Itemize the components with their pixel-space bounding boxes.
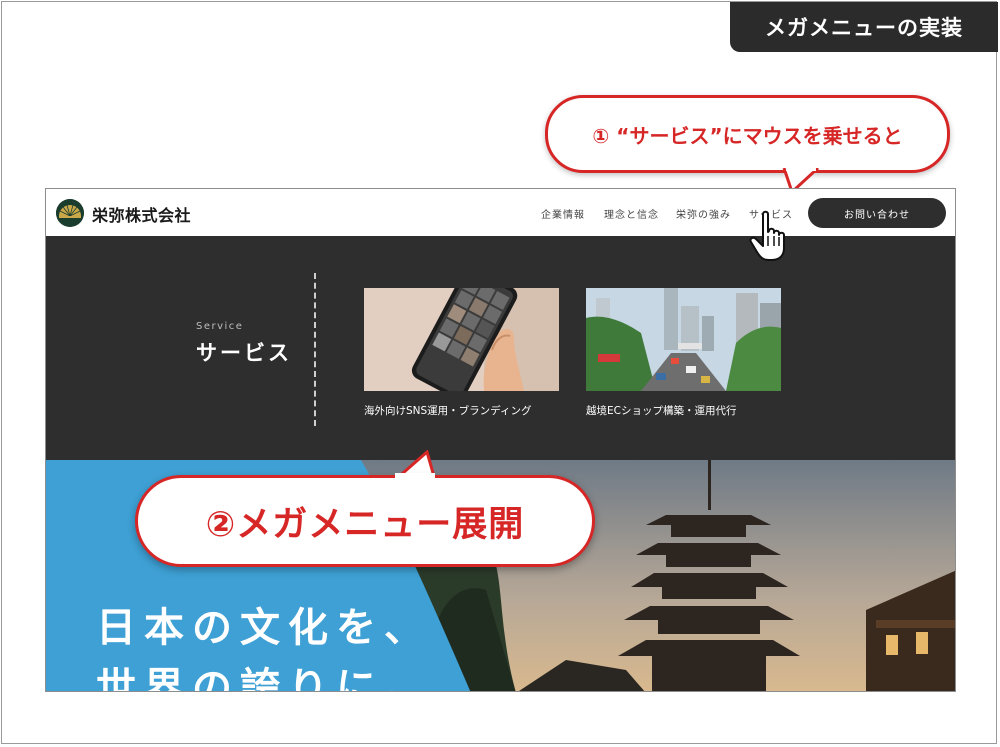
callout-step1: ① “サービス”にマウスを乗せると bbox=[545, 95, 950, 173]
mega-menu-card-sns[interactable]: 海外向けSNS運用・ブランディング bbox=[364, 288, 559, 418]
mega-menu-card-sns-title[interactable]: 海外向けSNS運用・ブランディング bbox=[364, 403, 559, 418]
website-screenshot: 栄弥株式会社 企業情報 理念と信念 栄弥の強み サービス お問い合わせ Serv… bbox=[45, 188, 956, 692]
callout-step1-text: ① “サービス”にマウスを乗せると bbox=[592, 123, 903, 148]
nav-item-company[interactable]: 企業情報 bbox=[541, 206, 585, 221]
city-street-photo[interactable] bbox=[586, 288, 781, 391]
hero-heading-line2: 世界の誇りに。 bbox=[96, 665, 432, 692]
hand-pointer-icon bbox=[749, 210, 785, 261]
site-header: 栄弥株式会社 企業情報 理念と信念 栄弥の強み サービス お問い合わせ bbox=[46, 189, 955, 236]
logo-icon[interactable] bbox=[56, 199, 84, 227]
callout-step2: ②メガメニュー展開 bbox=[135, 475, 595, 567]
mega-menu-divider bbox=[314, 273, 316, 426]
hero-heading-line1: 日本の文化を、 bbox=[96, 605, 432, 651]
smartphone-photo[interactable] bbox=[364, 288, 559, 391]
callout-step2-tail-cover bbox=[395, 473, 435, 479]
mega-menu-label-en: Service bbox=[196, 321, 244, 332]
mega-menu-card-ec-title[interactable]: 越境ECショップ構築・運用代行 bbox=[586, 403, 781, 418]
mega-menu-card-ec[interactable]: 越境ECショップ構築・運用代行 bbox=[586, 288, 781, 418]
slide-title-badge: メガメニューの実装 bbox=[730, 2, 998, 52]
contact-button[interactable]: お問い合わせ bbox=[808, 198, 946, 228]
logo-text[interactable]: 栄弥株式会社 bbox=[92, 202, 191, 226]
nav-item-philosophy[interactable]: 理念と信念 bbox=[604, 206, 659, 221]
callout-step2-text: ②メガメニュー展開 bbox=[205, 504, 525, 545]
nav-item-strengths[interactable]: 栄弥の強み bbox=[676, 206, 731, 221]
mega-menu: Service サービス 海外向けSNS運用・ブランディング 越境ECショップ構… bbox=[46, 236, 955, 460]
mega-menu-label-jp: サービス bbox=[196, 341, 292, 365]
